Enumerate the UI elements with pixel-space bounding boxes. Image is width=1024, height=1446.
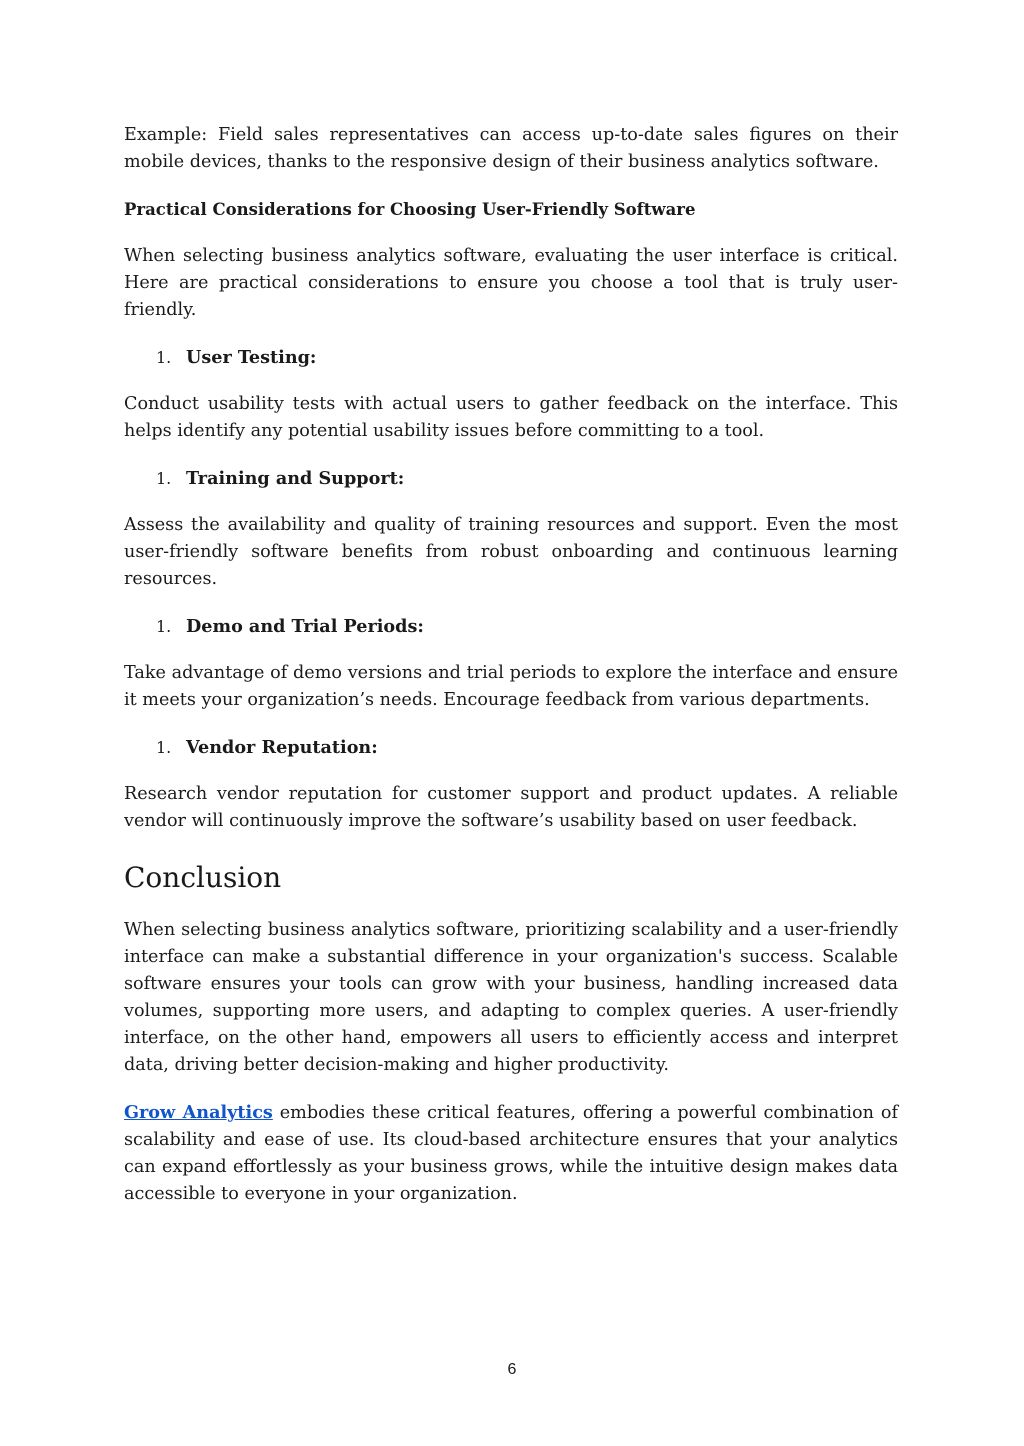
document-page: Example: Field sales representatives can…	[124, 122, 898, 1208]
list-label: Vendor Reputation:	[186, 737, 378, 758]
list-item-text: Take advantage of demo versions and tria…	[124, 663, 898, 710]
list-item-heading: 1. Demo and Trial Periods:	[156, 613, 898, 640]
example-paragraph: Example: Field sales representatives can…	[124, 125, 898, 172]
grow-analytics-link[interactable]: Grow Analytics	[124, 1102, 273, 1123]
list-label: Training and Support:	[186, 468, 405, 489]
list-item-text: Conduct usability tests with actual user…	[124, 394, 898, 441]
list-number: 1.	[156, 738, 172, 757]
list-item-text: Research vendor reputation for customer …	[124, 784, 898, 831]
list-number: 1.	[156, 617, 172, 636]
list-item-heading: 1. Training and Support:	[156, 465, 898, 492]
list-label: Demo and Trial Periods:	[186, 616, 424, 637]
intro-paragraph: When selecting business analytics softwa…	[124, 246, 898, 320]
page-number: 6	[507, 1361, 517, 1378]
conclusion-heading: Conclusion	[124, 861, 282, 894]
list-item-heading: 1. Vendor Reputation:	[156, 734, 898, 761]
list-number: 1.	[156, 469, 172, 488]
conclusion-paragraph: When selecting business analytics softwa…	[124, 920, 898, 1075]
section-subheading: Practical Considerations for Choosing Us…	[124, 200, 696, 219]
list-label: User Testing:	[186, 347, 317, 368]
list-item-text: Assess the availability and quality of t…	[124, 515, 898, 589]
grow-analytics-paragraph: Grow Analytics embodies these critical f…	[124, 1099, 898, 1208]
list-item-heading: 1. User Testing:	[156, 344, 898, 371]
list-number: 1.	[156, 348, 172, 367]
